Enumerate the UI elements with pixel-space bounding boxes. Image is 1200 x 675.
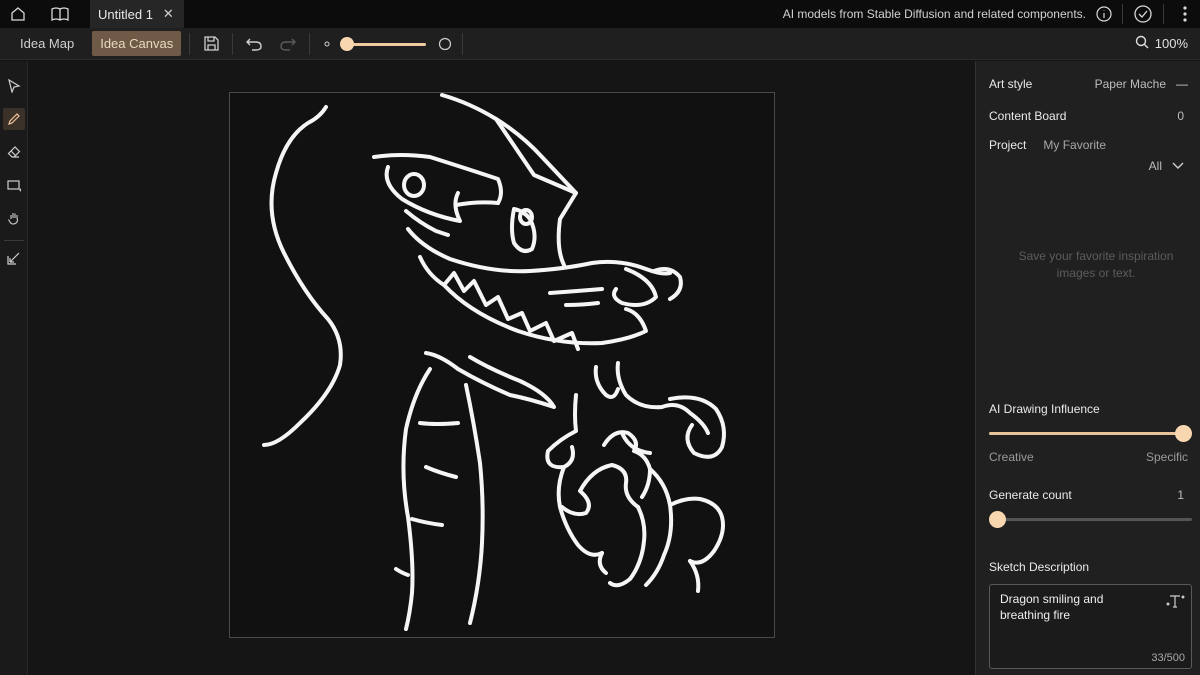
brush-size-slider[interactable] bbox=[340, 34, 432, 54]
save-icon[interactable] bbox=[198, 31, 224, 57]
divider bbox=[4, 240, 24, 241]
sketch-description-input[interactable]: Dragon smiling and breathing fire 33/500 bbox=[989, 584, 1192, 669]
title-bar: Untitled 1 ✕ AI models from Stable Diffu… bbox=[0, 0, 1200, 28]
generate-count-value: 1 bbox=[1177, 488, 1184, 502]
search-icon bbox=[1135, 35, 1149, 52]
slider-thumb[interactable] bbox=[989, 511, 1006, 528]
art-style-label: Art style bbox=[989, 77, 1033, 91]
chevron-down-icon bbox=[1172, 159, 1184, 173]
slider-track bbox=[989, 432, 1184, 435]
idea-canvas-button[interactable]: Idea Canvas bbox=[92, 31, 182, 56]
more-options-icon[interactable] bbox=[1170, 0, 1200, 28]
influence-range-labels: Creative Specific bbox=[989, 450, 1188, 464]
zoom-level: 100% bbox=[1154, 36, 1188, 51]
pencil-icon[interactable] bbox=[3, 108, 25, 130]
content-board-count: 0 bbox=[1177, 109, 1184, 123]
project-label: Project bbox=[989, 138, 1027, 152]
sketch-description-label: Sketch Description bbox=[989, 560, 1090, 574]
text-ai-icon[interactable] bbox=[1165, 593, 1185, 612]
divider bbox=[462, 32, 464, 55]
art-style-row[interactable]: Art style Paper Mache — bbox=[989, 77, 1188, 91]
close-tab-icon[interactable]: ✕ bbox=[163, 6, 174, 22]
slider-thumb[interactable] bbox=[340, 36, 355, 51]
info-icon[interactable] bbox=[1092, 0, 1116, 28]
slider-track bbox=[346, 42, 427, 46]
slider-track bbox=[995, 518, 1192, 521]
right-panel: Art style Paper Mache — Content Board 0 … bbox=[975, 61, 1200, 675]
left-toolbar bbox=[0, 61, 28, 675]
content-board-label: Content Board bbox=[989, 109, 1067, 123]
model-notice: AI models from Stable Diffusion and rela… bbox=[782, 7, 1086, 21]
empty-hint: Save your favorite inspiration images or… bbox=[1018, 249, 1174, 280]
rectangle-shape-icon[interactable] bbox=[3, 174, 25, 196]
divider bbox=[232, 32, 234, 55]
influence-max-label: Specific bbox=[1145, 450, 1188, 464]
sketch-description-text[interactable]: Dragon smiling and breathing fire bbox=[1000, 591, 1110, 623]
small-brush-size-icon bbox=[318, 31, 336, 57]
divider bbox=[1163, 4, 1164, 24]
character-counter: 33/500 bbox=[1151, 652, 1185, 664]
import-icon[interactable] bbox=[3, 247, 25, 269]
hand-pan-icon[interactable] bbox=[3, 207, 25, 229]
sketch-description-header: Sketch Description bbox=[989, 560, 1188, 574]
filter-value: All bbox=[1148, 159, 1162, 173]
influence-header: AI Drawing Influence bbox=[989, 402, 1188, 416]
document-tab[interactable]: Untitled 1 ✕ bbox=[90, 0, 184, 28]
filter-dropdown[interactable]: All bbox=[989, 159, 1188, 173]
eraser-icon[interactable] bbox=[3, 141, 25, 163]
check-circle-icon[interactable] bbox=[1129, 0, 1157, 28]
redo-icon[interactable] bbox=[275, 31, 301, 57]
home-icon[interactable] bbox=[0, 0, 36, 28]
art-style-dash: — bbox=[1176, 77, 1188, 91]
divider bbox=[309, 32, 311, 55]
divider bbox=[189, 32, 191, 55]
content-board-row[interactable]: Content Board 0 bbox=[989, 109, 1188, 123]
idea-map-button[interactable]: Idea Map bbox=[12, 31, 82, 56]
generate-count-row: Generate count 1 bbox=[989, 488, 1188, 502]
tab-title: Untitled 1 bbox=[98, 6, 153, 22]
undo-icon[interactable] bbox=[241, 31, 267, 57]
generate-count-slider[interactable] bbox=[989, 511, 1192, 529]
large-brush-size-icon bbox=[436, 31, 454, 57]
select-arrow-icon[interactable] bbox=[3, 75, 25, 97]
influence-min-label: Creative bbox=[989, 450, 1034, 464]
influence-label: AI Drawing Influence bbox=[989, 402, 1100, 416]
project-value[interactable]: My Favorite bbox=[1043, 138, 1106, 152]
slider-thumb[interactable] bbox=[1175, 425, 1192, 442]
generate-count-label: Generate count bbox=[989, 488, 1072, 502]
divider bbox=[1122, 4, 1123, 24]
dragon-sketch-drawing bbox=[262, 93, 726, 631]
sketch-canvas[interactable] bbox=[229, 92, 775, 638]
toolbar: Idea Map Idea Canvas 100% bbox=[0, 28, 1200, 60]
book-icon[interactable] bbox=[42, 0, 78, 28]
art-style-value[interactable]: Paper Mache bbox=[1095, 77, 1166, 91]
project-row[interactable]: Project My Favorite bbox=[989, 138, 1188, 152]
zoom-control[interactable]: 100% bbox=[1135, 35, 1188, 52]
ai-influence-slider[interactable] bbox=[989, 425, 1192, 443]
